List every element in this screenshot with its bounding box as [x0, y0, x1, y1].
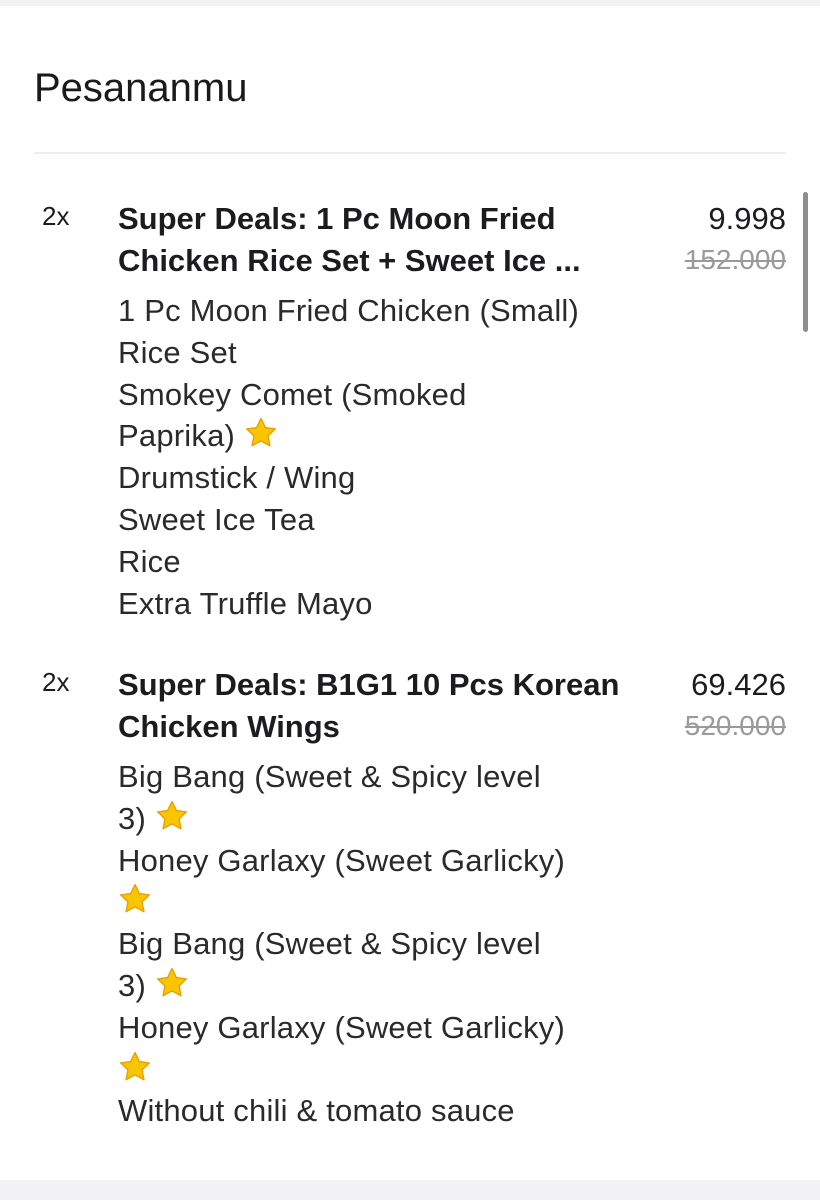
page-title: Pesananmu	[34, 66, 248, 110]
item-option: Smokey Comet (Smoked	[118, 376, 467, 412]
header-divider	[34, 152, 786, 154]
item-original-price: 520.000	[684, 710, 786, 741]
item-price-column: 9.998 152.000	[685, 198, 786, 280]
item-option: Rice Set	[118, 334, 237, 370]
item-option: 1 Pc Moon Fried Chicken (Small)	[118, 293, 580, 328]
order-summary-card: Pesananmu 2x Super Deals: 1 Pc Moon Frie…	[0, 6, 820, 1180]
star-icon	[156, 800, 187, 830]
item-options-list: Big Bang (Sweet & Spicy level 3) Honey G…	[118, 756, 658, 1132]
item-options-list: 1 Pc Moon Fried Chicken (Small) Rice Set…	[118, 290, 658, 624]
item-option: Honey Garlaxy (Sweet Garlicky)	[118, 1009, 566, 1045]
item-option: Rice	[118, 543, 181, 579]
item-option: Without chili & tomato sauce	[118, 1093, 515, 1129]
item-option	[118, 881, 658, 923]
scrollbar-thumb[interactable]	[803, 192, 808, 332]
item-option: Big Bang (Sweet & Spicy level	[118, 759, 541, 794]
item-option: Honey Garlaxy (Sweet Garlicky)	[118, 842, 566, 878]
star-icon	[156, 967, 187, 997]
item-price-column: 69.426 520.000	[685, 664, 786, 746]
item-option: 3)	[118, 965, 658, 1007]
star-icon	[245, 418, 276, 447]
item-option: Paprika)	[118, 415, 658, 457]
star-icon	[119, 884, 151, 913]
item-name: Super Deals: B1G1 10 Pcs Korean Chicken …	[118, 667, 620, 744]
item-option	[118, 1049, 658, 1091]
item-quantity: 2x	[42, 667, 70, 697]
item-option: Sweet Ice Tea	[118, 501, 315, 537]
item-quantity: 2x	[42, 201, 70, 231]
item-price: 69.426	[691, 667, 786, 702]
item-option: Drumstick / Wing	[118, 460, 356, 496]
item-option: Big Bang (Sweet & Spicy level	[118, 926, 541, 962]
item-option: 3)	[118, 798, 658, 840]
item-option: Extra Truffle Mayo	[118, 585, 373, 621]
star-icon	[119, 1051, 151, 1081]
item-price: 9.998	[708, 201, 786, 236]
item-name: Super Deals: 1 Pc Moon Fried Chicken Ric…	[118, 201, 581, 278]
item-original-price: 152.000	[684, 244, 786, 275]
